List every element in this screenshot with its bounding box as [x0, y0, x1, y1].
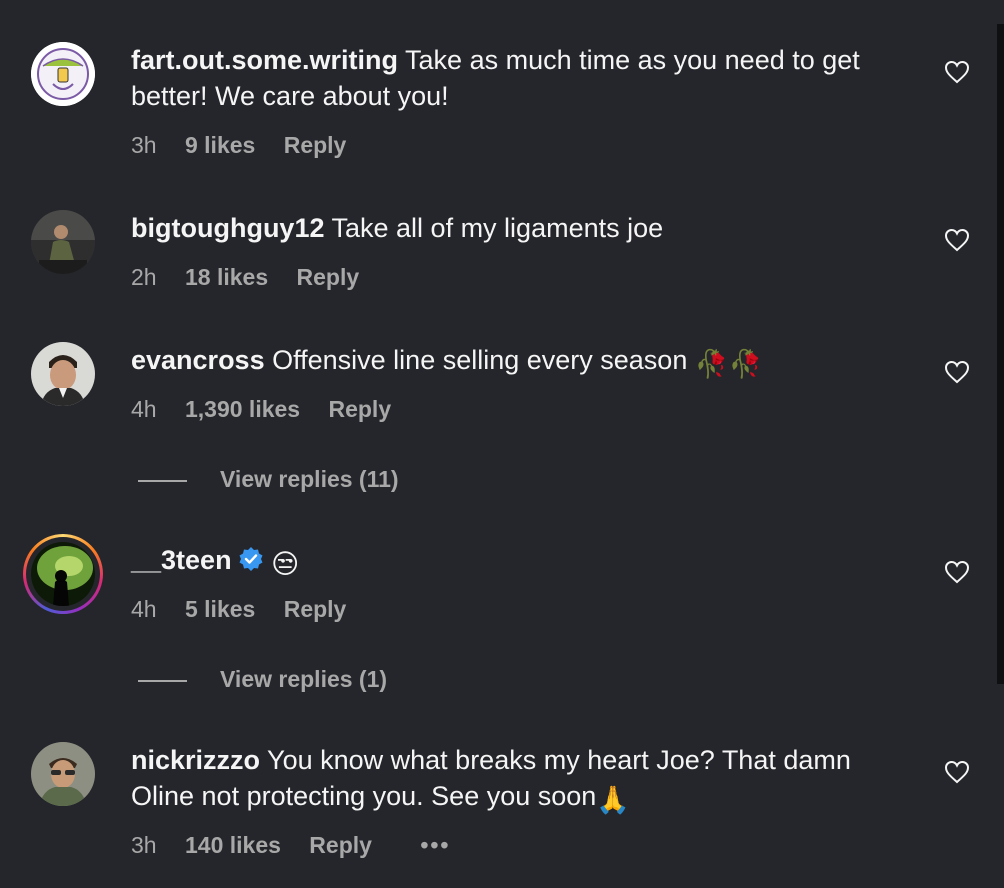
avatar[interactable] — [31, 742, 95, 806]
comment-time: 4h — [131, 396, 157, 422]
view-replies-label[interactable]: View replies (1) — [220, 666, 387, 693]
comment-meta: 2h 18 likes Reply — [131, 264, 381, 291]
comment-username[interactable]: fart.out.some.writing — [131, 45, 398, 75]
unamused-face-emoji: 😒 — [271, 549, 300, 579]
view-replies-label[interactable]: View replies (11) — [220, 466, 399, 493]
story-ring[interactable] — [23, 534, 103, 614]
like-heart-icon[interactable] — [944, 560, 970, 584]
comment-body: nickrizzzo You know what breaks my heart… — [131, 742, 911, 818]
scrollbar[interactable] — [997, 24, 1004, 684]
comment-text: Take all of my ligaments joe — [331, 213, 664, 243]
avatar[interactable] — [31, 210, 95, 274]
reply-button[interactable]: Reply — [309, 832, 372, 858]
comment-time: 4h — [131, 596, 157, 622]
comment-username[interactable]: nickrizzzo — [131, 745, 260, 775]
comment-body: fart.out.some.writing Take as much time … — [131, 42, 911, 114]
reply-button[interactable]: Reply — [328, 396, 391, 422]
reply-button[interactable]: Reply — [284, 132, 347, 158]
more-options-icon[interactable]: ••• — [420, 832, 450, 858]
comment-likes[interactable]: 5 likes — [185, 596, 255, 622]
comment-time: 2h — [131, 264, 157, 290]
comment-text: Offensive line selling every season — [272, 345, 688, 375]
comment-meta: 3h 140 likes Reply ••• — [131, 832, 473, 859]
avatar[interactable] — [31, 342, 95, 406]
divider — [138, 680, 187, 682]
comment-time: 3h — [131, 132, 157, 158]
comment-username[interactable]: __3teen — [131, 545, 232, 575]
comment-username[interactable]: bigtoughguy12 — [131, 213, 324, 243]
reply-button[interactable]: Reply — [284, 596, 347, 622]
like-heart-icon[interactable] — [944, 760, 970, 784]
comments-panel: fart.out.some.writing Take as much time … — [0, 0, 1004, 888]
divider — [138, 480, 187, 482]
avatar[interactable] — [31, 42, 95, 106]
comment-likes[interactable]: 9 likes — [185, 132, 255, 158]
like-heart-icon[interactable] — [944, 228, 970, 252]
like-heart-icon[interactable] — [944, 60, 970, 84]
like-heart-icon[interactable] — [944, 360, 970, 384]
reply-button[interactable]: Reply — [297, 264, 360, 290]
comment-likes[interactable]: 140 likes — [185, 832, 281, 858]
wilted-rose-emoji: 🥀🥀 — [694, 349, 763, 379]
comment-likes[interactable]: 18 likes — [185, 264, 268, 290]
comment-body: evancross Offensive line selling every s… — [131, 342, 911, 382]
comment-body: __3teen 😒 — [131, 542, 911, 582]
comment-meta: 3h 9 likes Reply — [131, 132, 368, 159]
avatar[interactable] — [31, 542, 95, 606]
comment-meta: 4h 1,390 likes Reply — [131, 396, 413, 423]
folded-hands-emoji: 🙏 — [596, 785, 630, 815]
comment-time: 3h — [131, 832, 157, 858]
comment-body: bigtoughguy12 Take all of my ligaments j… — [131, 210, 911, 246]
verified-badge-icon — [239, 547, 263, 571]
comment-likes[interactable]: 1,390 likes — [185, 396, 300, 422]
comment-meta: 4h 5 likes Reply — [131, 596, 368, 623]
comment-username[interactable]: evancross — [131, 345, 265, 375]
